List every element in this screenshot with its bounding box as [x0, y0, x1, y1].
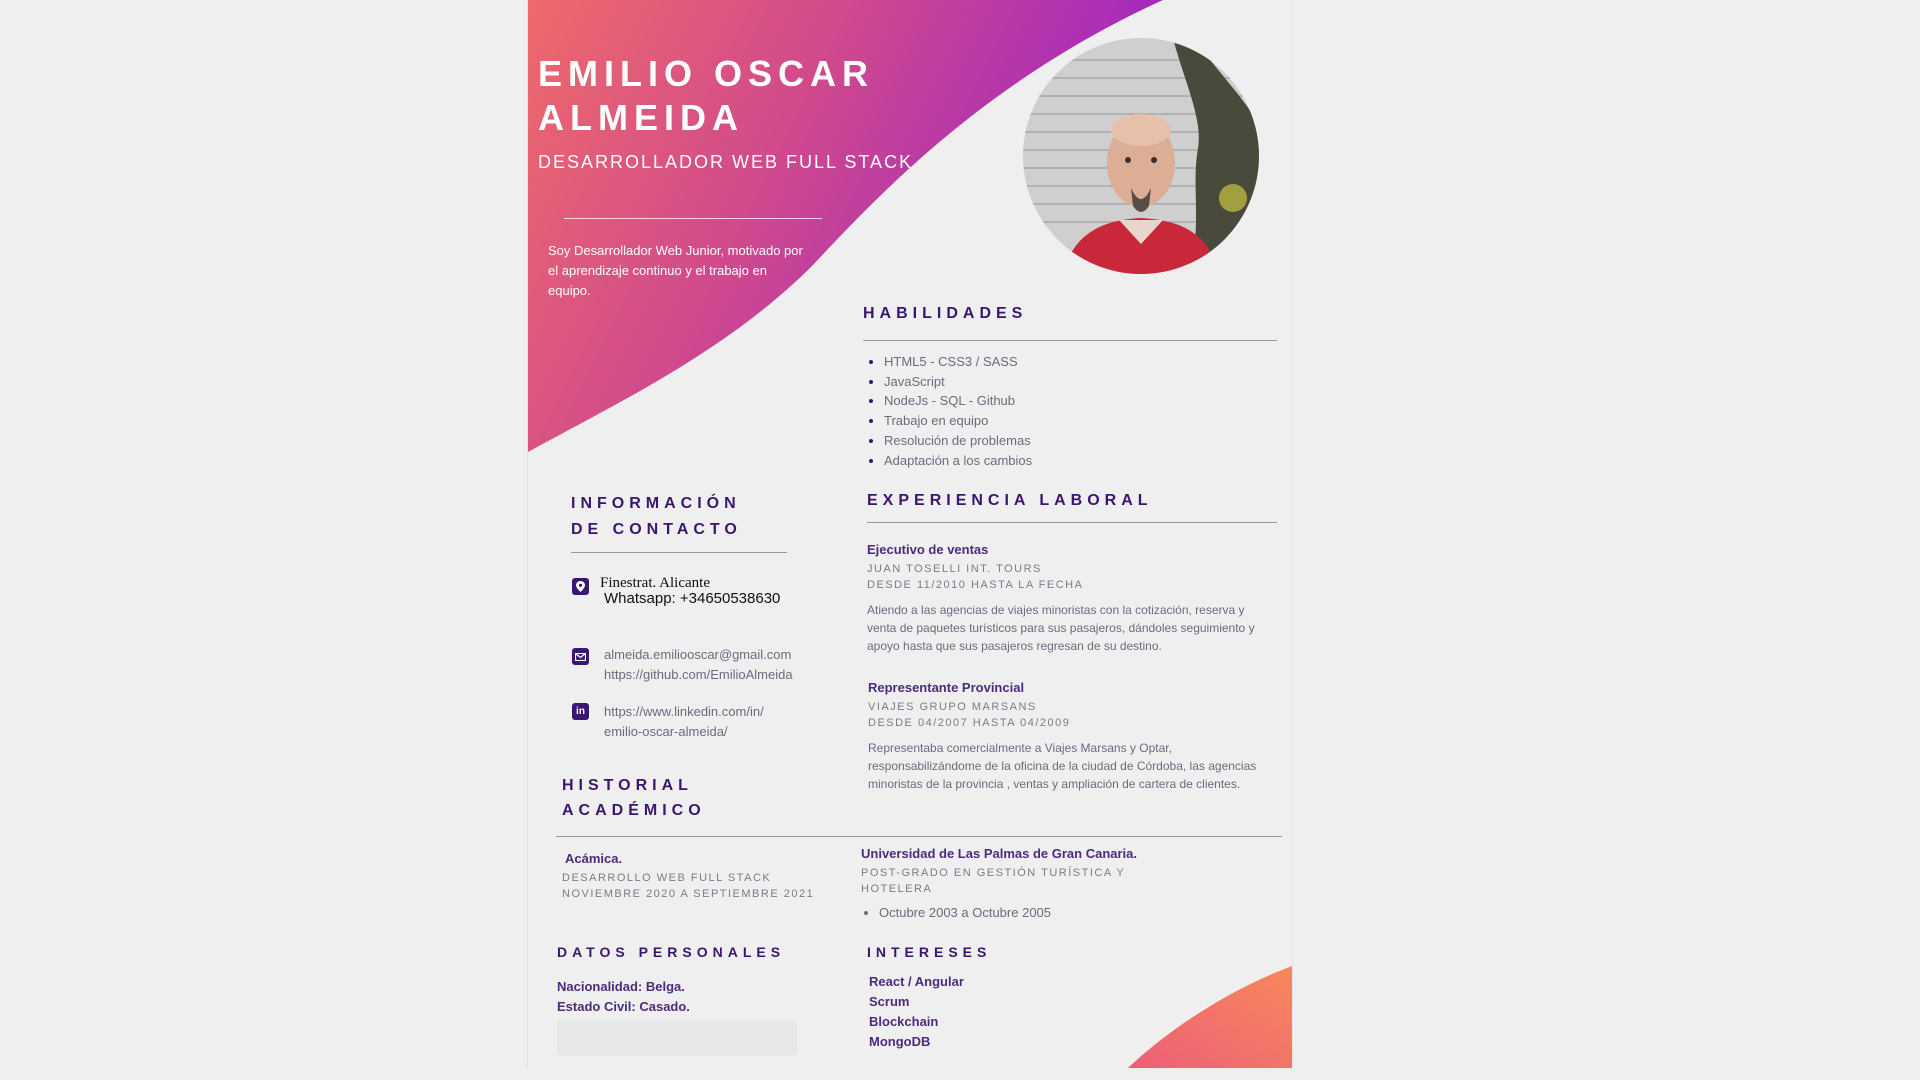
- candidate-name: EMILIO OSCAR ALMEIDA: [538, 52, 874, 140]
- skills-rule: [863, 340, 1277, 341]
- program-name-line-1: POST-GRADO EN GESTIÓN TURÍSTICA Y: [861, 867, 1126, 879]
- skills-title: HABILIDADES: [863, 305, 1028, 322]
- interests-title: INTERESES: [867, 944, 992, 960]
- program-dates: Octubre 2003 a Octubre 2005: [879, 905, 1191, 920]
- personal-title: DATOS PERSONALES: [557, 944, 786, 960]
- skill-item: JavaScript: [884, 372, 1032, 392]
- education-title-line-2: ACADÉMICO: [562, 802, 706, 819]
- github-link[interactable]: https://github.com/EmilioAlmeida: [604, 665, 793, 685]
- skill-item: NodeJs - SQL - Github: [884, 391, 1032, 411]
- about-text: Soy Desarrollador Web Junior, motivado p…: [548, 243, 803, 298]
- mail-icon: [572, 648, 589, 665]
- education-entry: Acámica. DESARROLLO WEB FULL STACK NOVIE…: [562, 851, 852, 902]
- job-company: VIAJES GRUPO MARSANS: [868, 701, 1037, 713]
- contact-title-line-2: DE CONTACTO: [571, 521, 742, 538]
- interest-item: Blockchain: [869, 1014, 939, 1029]
- location-icon: [572, 578, 589, 595]
- nationality-text: Nacionalidad: Belga.: [557, 979, 685, 994]
- education-title: HISTORIAL ACADÉMICO: [562, 773, 706, 823]
- contact-title-line-1: INFORMACIÓN: [571, 495, 741, 512]
- school-name: Universidad de Las Palmas de Gran Canari…: [861, 846, 1138, 861]
- profile-photo: [1023, 38, 1259, 274]
- job-entry: Ejecutivo de ventas JUAN TOSELLI INT. TO…: [867, 542, 1267, 655]
- resume-page: EMILIO OSCAR ALMEIDA DESARROLLADOR WEB F…: [528, 0, 1292, 1068]
- job-description: Atiendo a las agencias de viajes minoris…: [867, 603, 1255, 653]
- education-rule: [556, 836, 1282, 837]
- linkedin-icon: in: [572, 703, 589, 720]
- skills-list: HTML5 - CSS3 / SASS JavaScript NodeJs - …: [866, 352, 1032, 470]
- job-description: Representaba comercialmente a Viajes Mar…: [868, 741, 1257, 791]
- interest-item: React / Angular: [869, 974, 964, 989]
- candidate-role: DESARROLLADOR WEB FULL STACK: [538, 152, 914, 172]
- program-dates: NOVIEMBRE 2020 A SEPTIEMBRE 2021: [562, 888, 815, 900]
- linkedin-link[interactable]: https://www.linkedin.com/in/ emilio-osca…: [604, 702, 764, 742]
- program-name-line-2: HOTELERA: [861, 883, 933, 895]
- program-name: DESARROLLO WEB FULL STACK: [562, 872, 772, 884]
- name-line-2: ALMEIDA: [538, 97, 744, 138]
- skill-item: Trabajo en equipo: [884, 411, 1032, 431]
- education-title-line-1: HISTORIAL: [562, 777, 693, 794]
- contact-title: INFORMACIÓN DE CONTACTO: [571, 491, 742, 543]
- civil-status-text: Estado Civil: Casado.: [557, 999, 690, 1014]
- job-dates: DESDE 04/2007 HASTA 04/2009: [868, 717, 1071, 729]
- blank-field: [557, 1020, 797, 1056]
- school-name: Acámica.: [565, 851, 623, 866]
- job-title: Ejecutivo de ventas: [867, 542, 989, 557]
- name-line-1: EMILIO OSCAR: [538, 53, 875, 94]
- interest-item: MongoDB: [869, 1034, 931, 1049]
- skill-item: Resolución de problemas: [884, 431, 1032, 451]
- interest-item: Scrum: [869, 994, 910, 1009]
- job-title: Representante Provincial: [868, 680, 1025, 695]
- corner-gradient-shape: [1128, 966, 1292, 1068]
- skill-item: HTML5 - CSS3 / SASS: [884, 352, 1032, 372]
- program-dates-list: Octubre 2003 a Octubre 2005: [861, 905, 1191, 920]
- skill-item: Adaptación a los cambios: [884, 451, 1032, 471]
- experience-rule: [867, 522, 1277, 523]
- linkedin-line-2: emilio-oscar-almeida/: [604, 724, 728, 739]
- linkedin-line-1: https://www.linkedin.com/in/: [604, 704, 764, 719]
- experience-title: EXPERIENCIA LABORAL: [867, 492, 1153, 509]
- email-link[interactable]: almeida.emiliooscar@gmail.com: [604, 645, 793, 665]
- job-company: JUAN TOSELLI INT. TOURS: [867, 563, 1042, 575]
- interests-list: React / Angular Scrum Blockchain MongoDB: [869, 972, 964, 1052]
- job-dates: DESDE 11/2010 HASTA LA FECHA: [867, 579, 1084, 591]
- header-divider: [564, 218, 822, 219]
- whatsapp-text: Whatsapp: +34650538630: [604, 590, 781, 607]
- education-entry: Universidad de Las Palmas de Gran Canari…: [861, 846, 1191, 920]
- personal-info: Nacionalidad: Belga. Estado Civil: Casad…: [557, 977, 690, 1017]
- job-entry: Representante Provincial VIAJES GRUPO MA…: [868, 680, 1268, 793]
- contact-rule: [571, 552, 787, 553]
- contact-links: almeida.emiliooscar@gmail.com https://gi…: [604, 645, 793, 685]
